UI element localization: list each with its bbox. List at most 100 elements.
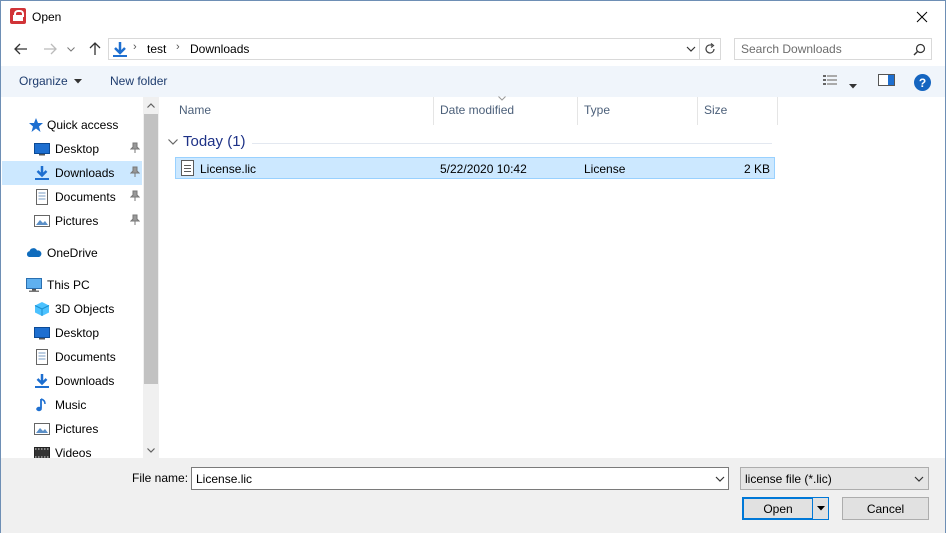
- cloud-icon: [26, 248, 42, 257]
- chevron-down-icon: [147, 447, 155, 453]
- column-separator[interactable]: [433, 97, 434, 125]
- back-arrow-icon: [14, 43, 27, 55]
- music-icon: [36, 398, 46, 412]
- nav-item-desktop-pinned[interactable]: Desktop: [2, 137, 142, 161]
- nav-item-label: Downloads: [55, 166, 115, 180]
- forward-button[interactable]: [40, 39, 60, 59]
- scroll-up-button[interactable]: [143, 97, 158, 113]
- organize-label: Organize: [19, 74, 68, 88]
- nav-item-documents-pinned[interactable]: Documents: [2, 185, 142, 209]
- file-row[interactable]: License.lic 5/22/2020 10:42 License 2 KB: [175, 157, 775, 179]
- column-separator[interactable]: [697, 97, 698, 125]
- download-icon: [35, 166, 49, 180]
- up-button[interactable]: [85, 39, 105, 59]
- pin-icon[interactable]: [130, 190, 140, 202]
- nav-item-videos[interactable]: Videos: [2, 441, 142, 458]
- nav-item-downloads[interactable]: Downloads: [2, 369, 142, 393]
- preview-pane-icon: [878, 74, 895, 86]
- nav-scrollbar[interactable]: [143, 97, 158, 458]
- chevron-down-icon: [816, 506, 825, 511]
- chevron-down-icon[interactable]: [715, 473, 725, 485]
- open-dialog: Open › test › Downloads Search Downloads…: [0, 0, 946, 533]
- nav-item-label: Pictures: [55, 214, 99, 228]
- breadcrumb-downloads[interactable]: Downloads: [190, 42, 249, 56]
- download-icon: [35, 374, 49, 388]
- nav-item-desktop[interactable]: Desktop: [2, 321, 142, 345]
- nav-item-pictures-pinned[interactable]: Pictures: [2, 209, 142, 233]
- nav-item-label: Videos: [55, 446, 92, 458]
- close-button[interactable]: [899, 1, 945, 32]
- back-button[interactable]: [11, 39, 31, 59]
- nav-item-label: Quick access: [47, 118, 119, 132]
- nav-item-label: Desktop: [55, 326, 100, 340]
- lock-app-icon: [10, 8, 26, 24]
- title-bar: Open: [1, 1, 945, 32]
- column-header-type[interactable]: Type: [584, 103, 610, 117]
- nav-item-label: 3D Objects: [55, 302, 115, 316]
- scroll-thumb[interactable]: [144, 114, 158, 384]
- nav-item-this-pc[interactable]: This PC: [2, 273, 142, 297]
- forward-arrow-icon: [44, 43, 57, 55]
- new-folder-button[interactable]: New folder: [110, 74, 167, 88]
- open-button[interactable]: Open: [743, 498, 813, 519]
- open-split-button: Open: [742, 497, 829, 520]
- nav-item-3d-objects[interactable]: 3D Objects: [2, 297, 142, 321]
- file-size: 2 KB: [743, 162, 770, 176]
- nav-item-pictures[interactable]: Pictures: [2, 417, 142, 441]
- filename-value: License.lic: [196, 472, 253, 486]
- nav-item-downloads-pinned[interactable]: Downloads: [2, 161, 142, 185]
- download-folder-icon: [113, 42, 127, 57]
- change-view-button[interactable]: [823, 73, 839, 90]
- nav-item-label: Documents: [55, 190, 116, 204]
- pin-icon[interactable]: [130, 214, 140, 226]
- nav-item-label: Music: [55, 398, 87, 412]
- organize-button[interactable]: Organize: [19, 74, 83, 88]
- dialog-footer: File name: License.lic license file (*.l…: [1, 458, 945, 533]
- open-options-button[interactable]: [813, 498, 828, 519]
- group-header-today[interactable]: Today (1): [168, 133, 246, 150]
- filename-input[interactable]: License.lic: [191, 467, 729, 490]
- scroll-down-button[interactable]: [143, 442, 158, 458]
- chevron-down-icon[interactable]: [686, 43, 696, 55]
- breadcrumb-chevron-icon: ›: [133, 41, 137, 53]
- file-name: License.lic: [200, 162, 257, 176]
- column-header-date-modified[interactable]: Date modified: [440, 103, 514, 117]
- navigation-pane: Quick access Desktop Downloads Documents…: [2, 97, 159, 458]
- nav-item-label: Desktop: [55, 142, 100, 156]
- column-separator[interactable]: [577, 97, 578, 125]
- desktop-icon: [34, 143, 50, 156]
- cancel-button[interactable]: Cancel: [842, 497, 929, 520]
- address-bar[interactable]: › test › Downloads: [108, 38, 700, 60]
- window-title: Open: [32, 10, 62, 24]
- chevron-down-icon: [849, 84, 857, 89]
- refresh-icon: [705, 43, 715, 54]
- chevron-down-icon: [74, 79, 83, 84]
- nav-item-documents[interactable]: Documents: [2, 345, 142, 369]
- file-type-value: license file (*.lic): [745, 472, 832, 486]
- filename-label: File name:: [132, 471, 189, 485]
- file-type-select[interactable]: license file (*.lic): [740, 467, 929, 490]
- nav-item-onedrive[interactable]: OneDrive: [2, 241, 142, 265]
- file-list: Name Date modified Type Size Today (1) L…: [160, 96, 945, 458]
- column-header-size[interactable]: Size: [704, 103, 727, 117]
- preview-pane-button[interactable]: [878, 73, 895, 90]
- nav-item-quick-access[interactable]: Quick access: [2, 113, 142, 137]
- column-header-name[interactable]: Name: [179, 103, 211, 117]
- recent-locations-button[interactable]: [64, 39, 78, 59]
- chevron-up-icon: [147, 102, 155, 108]
- column-separator[interactable]: [777, 97, 778, 125]
- chevron-down-icon: [67, 46, 75, 52]
- pin-icon[interactable]: [130, 142, 140, 154]
- nav-item-label: Documents: [55, 350, 116, 364]
- view-options-dropdown[interactable]: [849, 78, 857, 92]
- details-view-icon: [823, 75, 837, 85]
- file-icon: [181, 160, 194, 176]
- documents-icon: [36, 189, 48, 205]
- help-icon[interactable]: ?: [914, 74, 931, 91]
- search-input[interactable]: Search Downloads: [734, 38, 932, 60]
- documents-icon: [36, 349, 48, 365]
- nav-item-music[interactable]: Music: [2, 393, 142, 417]
- breadcrumb-test[interactable]: test: [147, 42, 166, 56]
- pin-icon[interactable]: [130, 166, 140, 178]
- refresh-button[interactable]: [700, 38, 721, 60]
